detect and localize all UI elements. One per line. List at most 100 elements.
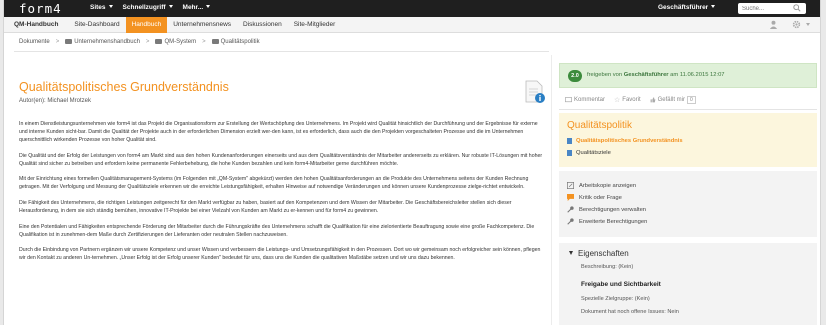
like-count: 0 <box>686 96 696 104</box>
tab-unternehmensnews[interactable]: Unternehmensnews <box>167 17 237 33</box>
approval-by: Geschäftsführer <box>623 72 669 78</box>
search-input[interactable] <box>738 3 786 14</box>
related-title[interactable]: Qualitätspolitik <box>567 120 632 131</box>
app-logo[interactable]: form4 <box>19 1 62 16</box>
tool-view-working-copy[interactable]: Arbeitskopie anzeigen <box>567 182 636 189</box>
approval-banner: 2.0 freigeben von Geschäftsführer am 11.… <box>559 63 817 88</box>
chevron-right-icon: > <box>145 39 150 45</box>
breadcrumb-item-qualitaetspolitik[interactable]: Qualitätspolitik <box>211 39 260 45</box>
chevron-down-icon <box>711 5 716 8</box>
nav-more-menu[interactable]: Mehr... <box>183 4 211 11</box>
comment-action[interactable]: Kommentar <box>565 97 605 103</box>
related-link-label: Qualitätsziele <box>576 150 611 156</box>
document-paragraph: Durch die Einbindung von Partnern ergänz… <box>19 247 541 262</box>
user-menu[interactable]: Geschäftsführer <box>658 4 716 11</box>
related-link-qualitaetsziele[interactable]: Qualitätsziele <box>567 150 611 156</box>
feedback-icon <box>567 194 574 201</box>
properties-title: Eigenschaften <box>578 249 629 258</box>
document-paragraph: In einem Dienstleistungsunternehmen wie … <box>19 121 538 144</box>
related-documents-panel: Qualitätspolitik Qualitätspolitisches Gr… <box>559 113 817 167</box>
search-box <box>738 3 806 14</box>
document-paragraph: Die Fähigkeit des Unternehmens, die rich… <box>19 199 512 214</box>
properties-toggle[interactable]: Eigenschaften <box>569 249 629 258</box>
like-label: Gefällt mir <box>657 97 685 103</box>
star-icon: ☆ <box>614 97 621 104</box>
chevron-down-icon <box>806 23 810 26</box>
tool-label: Kritik oder Frage <box>579 194 622 201</box>
chevron-right-icon: > <box>202 39 206 45</box>
tool-extended-permissions[interactable]: Erweiterte Berechtigungen <box>567 218 647 225</box>
triangle-down-icon <box>569 251 573 255</box>
breadcrumb-item-dokumente[interactable]: Dokumente <box>19 39 50 45</box>
document-info-icon <box>525 80 545 103</box>
folder-icon <box>155 39 163 44</box>
document-paragraph: Die Qualität und der Erfolg der Leistung… <box>19 152 543 167</box>
breadcrumb-item-qm-system[interactable]: QM-System <box>155 39 196 45</box>
document-icon <box>567 138 572 144</box>
nav-quick-access-label: Schnellzugriff <box>122 4 166 11</box>
document-author: Autor(en): Michael Mrotzek <box>19 98 92 104</box>
property-open-issues: Dokument hat noch offene Issues: Nein <box>581 309 679 315</box>
site-nav: QM-Handbuch Site-Dashboard Handbuch Unte… <box>14 17 341 33</box>
page-scrollbar[interactable] <box>821 0 826 325</box>
like-action[interactable]: Gefällt mir 0 <box>650 96 696 104</box>
chevron-right-icon: > <box>55 39 60 45</box>
document-tools-panel: Arbeitskopie anzeigen Kritik oder Frage … <box>559 171 817 237</box>
search-icon[interactable] <box>793 4 801 12</box>
tab-handbuch[interactable]: Handbuch <box>125 17 168 33</box>
site-nav-bar: QM-Handbuch Site-Dashboard Handbuch Unte… <box>4 17 820 33</box>
divider <box>14 51 549 52</box>
chevron-down-icon <box>168 5 173 8</box>
app-frame: form4 Sites Schnellzugriff Mehr... Gesch… <box>3 0 821 325</box>
approval-text: freigeben von Geschäftsführer am 11.06.2… <box>587 72 725 78</box>
comment-label: Kommentar <box>574 97 606 103</box>
user-role-label: Geschäftsführer <box>658 4 709 11</box>
key-icon <box>567 206 574 213</box>
tool-manage-permissions[interactable]: Berechtigungen verwalten <box>567 206 646 213</box>
favorite-label: Favorit <box>622 97 641 103</box>
site-title[interactable]: QM-Handbuch <box>14 17 68 33</box>
tab-diskussionen[interactable]: Diskussionen <box>237 17 288 33</box>
document-icon <box>567 150 572 156</box>
document-paragraph: Mit der Einrichtung eines formellen Qual… <box>19 176 529 191</box>
property-description: Beschreibung: (Kein) <box>581 264 634 270</box>
nav-more-label: Mehr... <box>182 4 204 11</box>
chevron-down-icon <box>108 5 113 8</box>
properties-panel: Eigenschaften Beschreibung: (Kein) Freig… <box>559 243 817 325</box>
property-section-title: Freigabe und Sichtbarkeit <box>581 281 661 288</box>
nav-sites-menu[interactable]: Sites <box>90 4 113 11</box>
tool-label: Berechtigungen verwalten <box>579 206 647 213</box>
favorite-action[interactable]: ☆ Favorit <box>614 96 641 104</box>
breadcrumb-label: Unternehmenshandbuch <box>74 39 140 45</box>
divider <box>551 55 552 325</box>
tab-site-dashboard[interactable]: Site-Dashboard <box>68 17 125 33</box>
top-bar: form4 Sites Schnellzugriff Mehr... Gesch… <box>4 0 820 17</box>
tool-label: Arbeitskopie anzeigen <box>579 182 637 189</box>
approval-prefix: freigeben von <box>587 72 623 78</box>
settings-menu[interactable] <box>792 20 810 29</box>
breadcrumb-label: Qualitätspolitik <box>220 39 260 45</box>
social-actions: Kommentar ☆ Favorit Gefällt mir 0 <box>565 96 696 104</box>
related-link-grundverstaendnis[interactable]: Qualitätspolitisches Grundverständnis <box>567 138 683 144</box>
divider <box>559 109 817 110</box>
document-body: In einem Dienstleistungsunternehmen wie … <box>19 120 545 270</box>
folder-icon <box>65 39 73 44</box>
tool-feedback[interactable]: Kritik oder Frage <box>567 194 622 201</box>
related-link-label: Qualitätspolitisches Grundverständnis <box>576 138 683 144</box>
user-icon[interactable] <box>769 20 778 29</box>
chevron-down-icon <box>206 5 211 8</box>
nav-quick-access-menu[interactable]: Schnellzugriff <box>123 4 173 11</box>
page-title: Qualitätspolitisches Grundverständnis <box>19 80 229 94</box>
version-badge: 2.0 <box>568 70 582 82</box>
approval-date: am 11.06.2015 12:07 <box>670 72 725 78</box>
folder-icon <box>211 39 219 44</box>
breadcrumb-label: QM-System <box>164 39 197 45</box>
tool-label: Erweiterte Berechtigungen <box>579 218 648 225</box>
breadcrumb-item-unternehmenshandbuch[interactable]: Unternehmenshandbuch <box>65 39 140 45</box>
tab-site-mitglieder[interactable]: Site-Mitglieder <box>288 17 342 33</box>
top-nav: Sites Schnellzugriff Mehr... <box>90 4 211 11</box>
key-icon <box>567 218 574 225</box>
gear-icon <box>792 20 801 29</box>
thumbs-up-icon <box>650 97 656 103</box>
nav-sites-label: Sites <box>90 4 106 11</box>
